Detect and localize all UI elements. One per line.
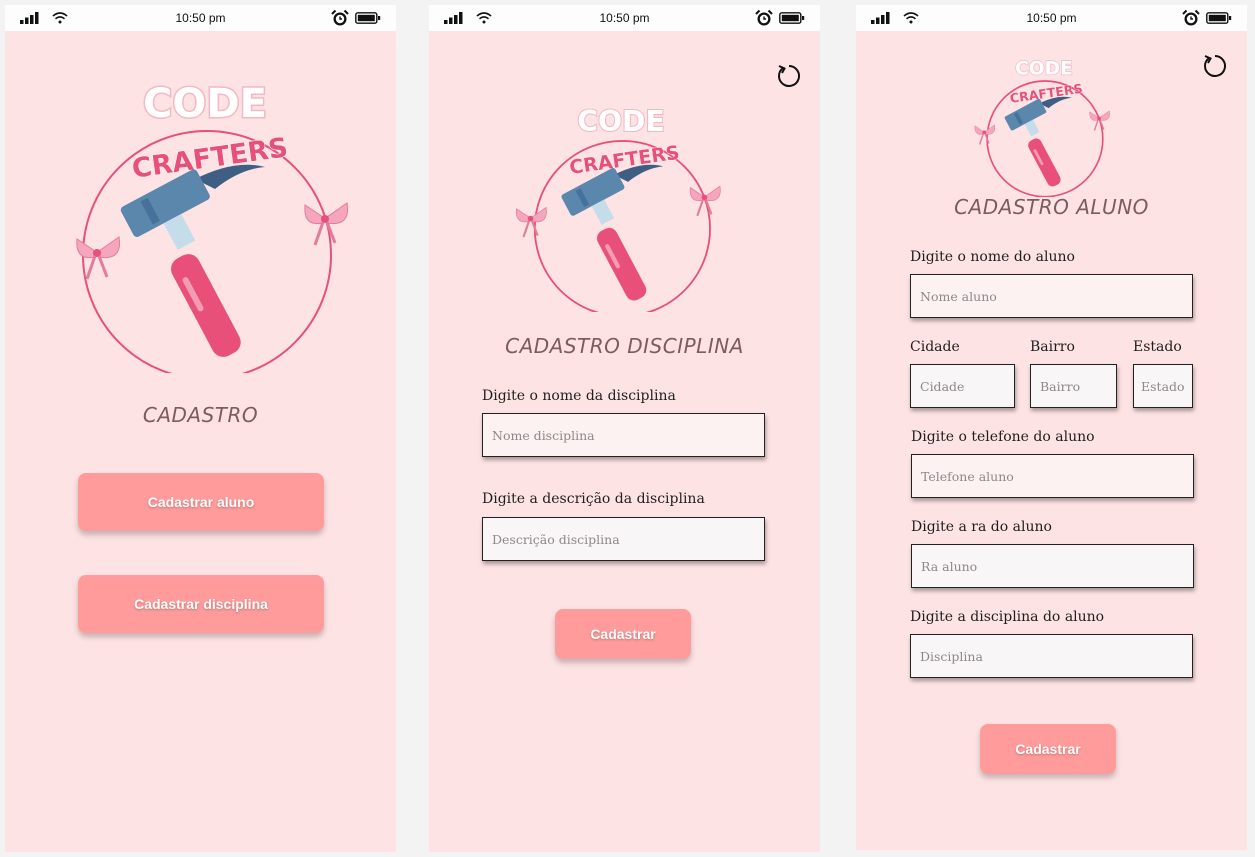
estado-input[interactable]: Estado [1133,364,1193,408]
cidade-label: Cidade [910,339,960,355]
screen-home: 10:50 pm CODE CRAFTERS CADASTRO Cadastra [5,5,396,852]
status-bar: 10:50 pm [856,5,1247,31]
disciplina-aluno-label: Digite a disciplina do aluno [910,609,1105,625]
bairro-label: Bairro [1030,339,1075,355]
code-crafters-logo: CODE CRAFTERS [76,80,349,373]
cadastrar-button[interactable]: Cadastrar [555,609,691,659]
svg-text:CODE: CODE [577,105,665,138]
page-title: CADASTRO [142,403,259,427]
battery-icon [355,12,381,24]
telefone-aluno-input[interactable]: Telefone aluno [911,454,1194,498]
alarm-icon [331,9,349,26]
cadastrar-button[interactable]: Cadastrar [980,724,1116,774]
nome-disciplina-input[interactable]: Nome disciplina [482,413,765,457]
alarm-icon [1182,9,1200,26]
svg-text:CODE: CODE [1015,58,1073,79]
descricao-disciplina-label: Digite a descrição da disciplina [482,491,705,507]
page-title: CADASTRO DISCIPLINA [505,334,744,358]
battery-icon [779,12,805,24]
estado-label: Estado [1133,339,1182,355]
refresh-icon[interactable] [1202,52,1228,78]
ra-aluno-label: Digite a ra do aluno [911,519,1052,535]
screen-cadastro-disciplina: 10:50 pm CODE CRAFTERS CADASTRO DISCIPLI… [429,5,820,852]
telefone-aluno-label: Digite o telefone do aluno [911,429,1095,445]
status-bar: 10:50 pm [429,5,820,31]
code-crafters-logo: CODE CRAFTERS [974,58,1110,197]
cidade-input[interactable]: Cidade [910,364,1015,408]
screen-cadastro-aluno: 10:50 pm CODE CRAFTERS CADASTRO ALUNO Di… [856,5,1247,850]
alarm-icon [755,9,773,26]
descricao-disciplina-input[interactable]: Descrição disciplina [482,517,765,561]
nome-aluno-label: Digite o nome do aluno [910,249,1075,265]
disciplina-aluno-input[interactable]: Disciplina [910,634,1193,678]
cadastrar-disciplina-button[interactable]: Cadastrar disciplina [78,575,324,633]
nome-aluno-input[interactable]: Nome aluno [910,274,1193,318]
ra-aluno-input[interactable]: Ra aluno [911,544,1194,588]
nome-disciplina-label: Digite o nome da disciplina [482,388,676,404]
battery-icon [1206,12,1232,24]
refresh-icon[interactable] [776,62,802,88]
code-crafters-logo: CODE CRAFTERS [515,104,721,312]
cadastrar-aluno-button[interactable]: Cadastrar aluno [78,473,324,531]
bairro-input[interactable]: Bairro [1030,364,1117,408]
page-title: CADASTRO ALUNO [954,195,1149,219]
svg-text:CODE: CODE [143,81,267,127]
status-bar: 10:50 pm [5,5,396,31]
